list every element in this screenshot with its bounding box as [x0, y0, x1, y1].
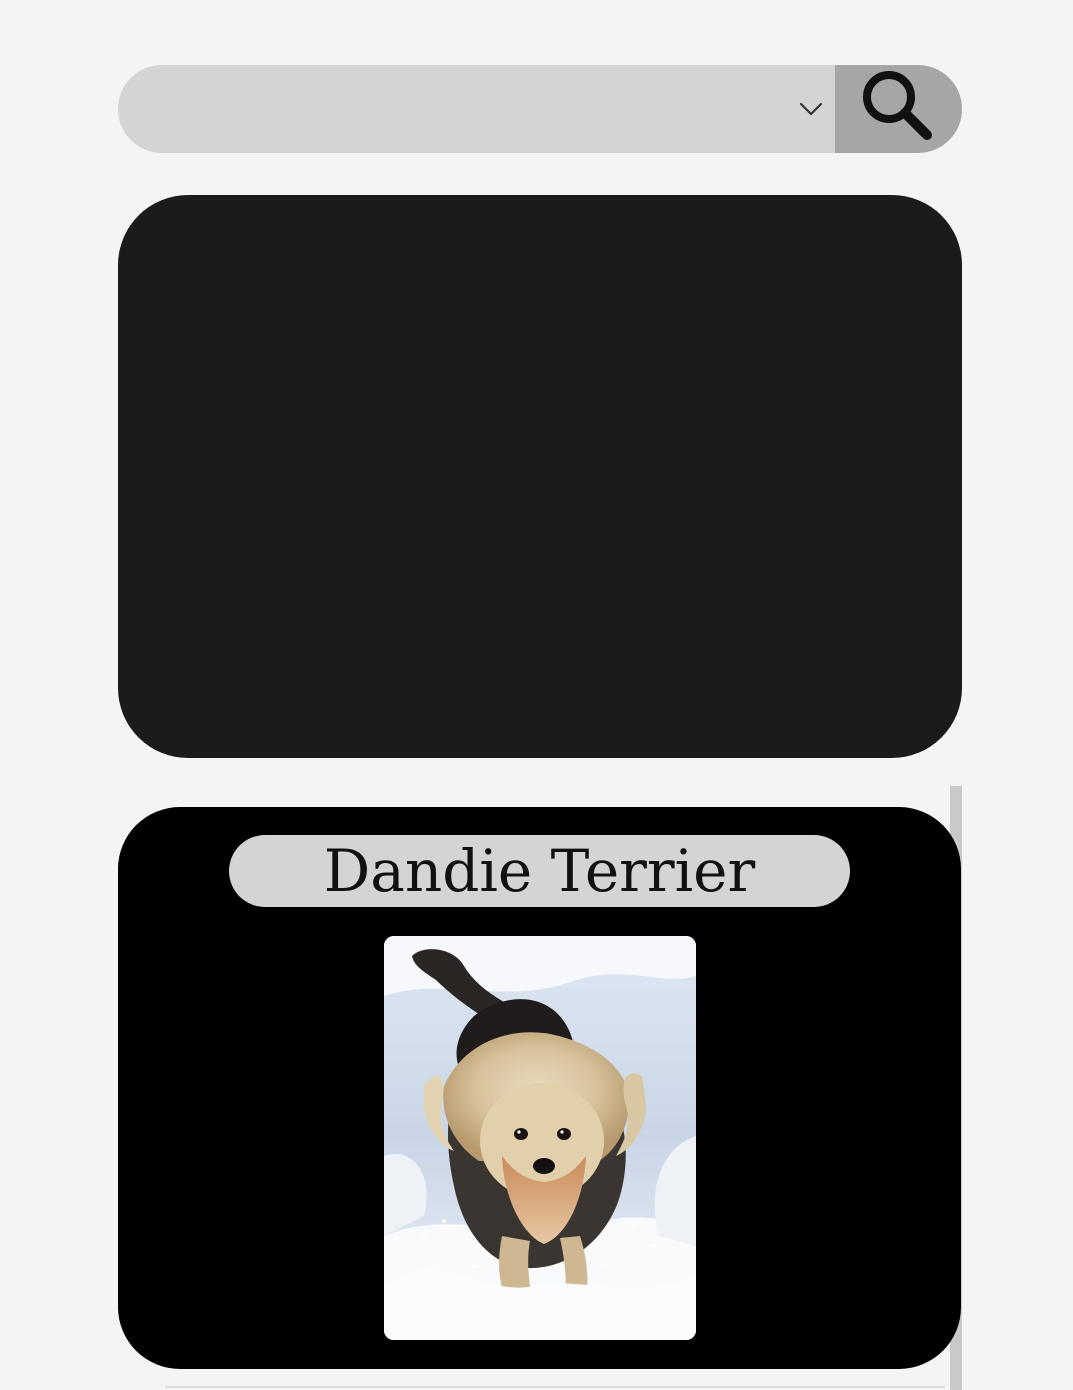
- empty-result-panel: [118, 195, 962, 758]
- search-button[interactable]: [835, 65, 962, 153]
- breed-card[interactable]: Dandie Terrier: [118, 807, 961, 1369]
- breed-photo: [384, 936, 696, 1340]
- next-card-edge: [165, 1386, 945, 1388]
- search-bar: [118, 65, 962, 153]
- search-icon: [863, 71, 932, 140]
- chevron-down-icon: [799, 102, 823, 116]
- breed-select[interactable]: [118, 65, 835, 153]
- page: Dandie Terrier: [0, 0, 1073, 1390]
- breed-title: Dandie Terrier: [229, 835, 850, 907]
